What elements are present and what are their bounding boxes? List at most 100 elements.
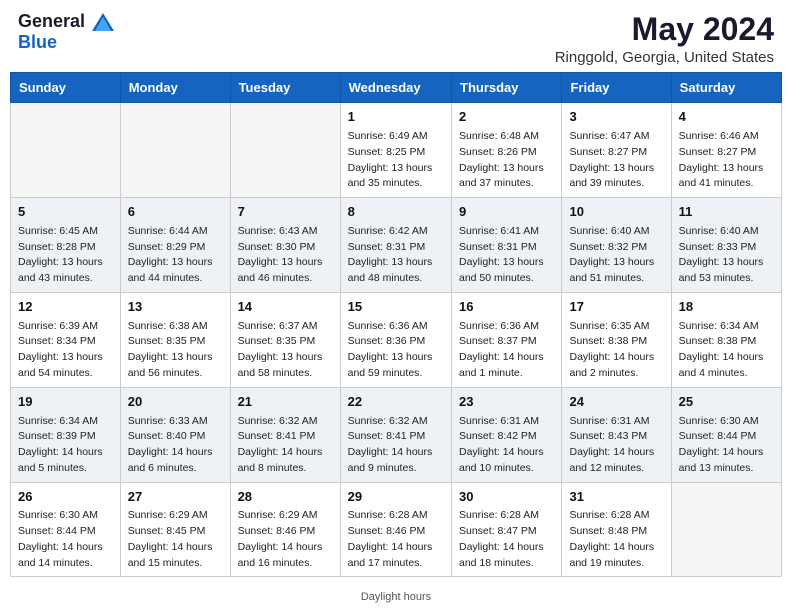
day-number: 24 xyxy=(569,393,663,412)
header: General Blue May 2024 Ringgold, Georgia,… xyxy=(0,0,792,72)
day-number: 22 xyxy=(348,393,444,412)
day-info: Sunrise: 6:32 AMSunset: 8:41 PMDaylight:… xyxy=(238,414,333,477)
calendar-cell: 22 Sunrise: 6:32 AMSunset: 8:41 PMDayligh… xyxy=(340,387,451,482)
day-info: Sunrise: 6:32 AMSunset: 8:41 PMDaylight:… xyxy=(348,414,444,477)
day-number: 10 xyxy=(569,203,663,222)
day-number: 11 xyxy=(679,203,774,222)
calendar-cell: 2 Sunrise: 6:48 AMSunset: 8:26 PMDaylight… xyxy=(452,103,562,198)
day-number: 14 xyxy=(238,298,333,317)
day-info: Sunrise: 6:42 AMSunset: 8:31 PMDaylight:… xyxy=(348,224,444,287)
day-info: Sunrise: 6:46 AMSunset: 8:27 PMDaylight:… xyxy=(679,129,774,192)
day-info: Sunrise: 6:40 AMSunset: 8:33 PMDaylight:… xyxy=(679,224,774,287)
day-number: 29 xyxy=(348,488,444,507)
day-info: Sunrise: 6:36 AMSunset: 8:37 PMDaylight:… xyxy=(459,319,554,382)
calendar-cell xyxy=(11,103,121,198)
calendar-cell: 21 Sunrise: 6:32 AMSunset: 8:41 PMDayligh… xyxy=(230,387,340,482)
day-number: 31 xyxy=(569,488,663,507)
day-number: 8 xyxy=(348,203,444,222)
calendar-cell: 3 Sunrise: 6:47 AMSunset: 8:27 PMDaylight… xyxy=(562,103,671,198)
calendar: SundayMondayTuesdayWednesdayThursdayFrid… xyxy=(10,72,782,577)
day-number: 9 xyxy=(459,203,554,222)
calendar-cell: 12Sunrise: 6:39 AMSunset: 8:34 PMDayligh… xyxy=(11,292,121,387)
calendar-cell: 10 Sunrise: 6:40 AMSunset: 8:32 PMDayligh… xyxy=(562,198,671,293)
calendar-cell: 27Sunrise: 6:29 AMSunset: 8:45 PMDayligh… xyxy=(120,482,230,577)
calendar-cell: 8 Sunrise: 6:42 AMSunset: 8:31 PMDaylight… xyxy=(340,198,451,293)
calendar-cell: 28Sunrise: 6:29 AMSunset: 8:46 PMDayligh… xyxy=(230,482,340,577)
calendar-header-row: SundayMondayTuesdayWednesdayThursdayFrid… xyxy=(11,73,782,103)
calendar-week-1: 1 Sunrise: 6:49 AMSunset: 8:25 PMDaylight… xyxy=(11,103,782,198)
day-number: 3 xyxy=(569,108,663,127)
month-title: May 2024 xyxy=(555,12,774,47)
col-header-tuesday: Tuesday xyxy=(230,73,340,103)
day-info: Sunrise: 6:30 AMSunset: 8:44 PMDaylight:… xyxy=(18,508,113,571)
calendar-cell: 23Sunrise: 6:31 AMSunset: 8:42 PMDayligh… xyxy=(452,387,562,482)
calendar-cell: 1 Sunrise: 6:49 AMSunset: 8:25 PMDaylight… xyxy=(340,103,451,198)
col-header-friday: Friday xyxy=(562,73,671,103)
calendar-cell: 26Sunrise: 6:30 AMSunset: 8:44 PMDayligh… xyxy=(11,482,121,577)
calendar-cell: 14Sunrise: 6:37 AMSunset: 8:35 PMDayligh… xyxy=(230,292,340,387)
day-info: Sunrise: 6:28 AMSunset: 8:48 PMDaylight:… xyxy=(569,508,663,571)
col-header-wednesday: Wednesday xyxy=(340,73,451,103)
calendar-cell: 30Sunrise: 6:28 AMSunset: 8:47 PMDayligh… xyxy=(452,482,562,577)
calendar-week-4: 19 Sunrise: 6:34 AMSunset: 8:39 PMDayligh… xyxy=(11,387,782,482)
day-info: Sunrise: 6:29 AMSunset: 8:45 PMDaylight:… xyxy=(128,508,223,571)
day-info: Sunrise: 6:45 AMSunset: 8:28 PMDaylight:… xyxy=(18,224,113,287)
day-number: 1 xyxy=(348,108,444,127)
day-number: 20 xyxy=(128,393,223,412)
day-number: 30 xyxy=(459,488,554,507)
calendar-week-5: 26Sunrise: 6:30 AMSunset: 8:44 PMDayligh… xyxy=(11,482,782,577)
calendar-cell: 9Sunrise: 6:41 AMSunset: 8:31 PMDaylight… xyxy=(452,198,562,293)
col-header-sunday: Sunday xyxy=(11,73,121,103)
day-info: Sunrise: 6:38 AMSunset: 8:35 PMDaylight:… xyxy=(128,319,223,382)
location-title: Ringgold, Georgia, United States xyxy=(555,49,774,66)
logo: General Blue xyxy=(18,12,114,53)
day-info: Sunrise: 6:28 AMSunset: 8:47 PMDaylight:… xyxy=(459,508,554,571)
title-block: May 2024 Ringgold, Georgia, United State… xyxy=(555,12,774,66)
day-number: 21 xyxy=(238,393,333,412)
calendar-cell: 20 Sunrise: 6:33 AMSunset: 8:40 PMDayligh… xyxy=(120,387,230,482)
day-info: Sunrise: 6:40 AMSunset: 8:32 PMDaylight:… xyxy=(569,224,663,287)
day-number: 28 xyxy=(238,488,333,507)
day-info: Sunrise: 6:43 AMSunset: 8:30 PMDaylight:… xyxy=(238,224,333,287)
day-number: 2 xyxy=(459,108,554,127)
calendar-cell: 17Sunrise: 6:35 AMSunset: 8:38 PMDayligh… xyxy=(562,292,671,387)
calendar-cell: 13Sunrise: 6:38 AMSunset: 8:35 PMDayligh… xyxy=(120,292,230,387)
day-info: Sunrise: 6:28 AMSunset: 8:46 PMDaylight:… xyxy=(348,508,444,571)
day-info: Sunrise: 6:34 AMSunset: 8:39 PMDaylight:… xyxy=(18,414,113,477)
calendar-cell: 25Sunrise: 6:30 AMSunset: 8:44 PMDayligh… xyxy=(671,387,781,482)
calendar-cell: 24 Sunrise: 6:31 AMSunset: 8:43 PMDayligh… xyxy=(562,387,671,482)
logo-general: General xyxy=(18,11,85,31)
day-number: 19 xyxy=(18,393,113,412)
day-info: Sunrise: 6:35 AMSunset: 8:38 PMDaylight:… xyxy=(569,319,663,382)
day-info: Sunrise: 6:47 AMSunset: 8:27 PMDaylight:… xyxy=(569,129,663,192)
day-number: 16 xyxy=(459,298,554,317)
day-info: Sunrise: 6:31 AMSunset: 8:43 PMDaylight:… xyxy=(569,414,663,477)
calendar-cell: 16 Sunrise: 6:36 AMSunset: 8:37 PMDayligh… xyxy=(452,292,562,387)
col-header-thursday: Thursday xyxy=(452,73,562,103)
day-number: 7 xyxy=(238,203,333,222)
day-info: Sunrise: 6:29 AMSunset: 8:46 PMDaylight:… xyxy=(238,508,333,571)
day-number: 18 xyxy=(679,298,774,317)
day-number: 5 xyxy=(18,203,113,222)
calendar-cell xyxy=(120,103,230,198)
calendar-cell: 29Sunrise: 6:28 AMSunset: 8:46 PMDayligh… xyxy=(340,482,451,577)
calendar-week-2: 5 Sunrise: 6:45 AMSunset: 8:28 PMDaylight… xyxy=(11,198,782,293)
calendar-cell: 31Sunrise: 6:28 AMSunset: 8:48 PMDayligh… xyxy=(562,482,671,577)
calendar-cell: 5 Sunrise: 6:45 AMSunset: 8:28 PMDaylight… xyxy=(11,198,121,293)
calendar-cell: 19 Sunrise: 6:34 AMSunset: 8:39 PMDayligh… xyxy=(11,387,121,482)
day-info: Sunrise: 6:48 AMSunset: 8:26 PMDaylight:… xyxy=(459,129,554,192)
col-header-monday: Monday xyxy=(120,73,230,103)
day-info: Sunrise: 6:36 AMSunset: 8:36 PMDaylight:… xyxy=(348,319,444,382)
day-info: Sunrise: 6:33 AMSunset: 8:40 PMDaylight:… xyxy=(128,414,223,477)
day-number: 15 xyxy=(348,298,444,317)
day-info: Sunrise: 6:34 AMSunset: 8:38 PMDaylight:… xyxy=(679,319,774,382)
day-info: Sunrise: 6:49 AMSunset: 8:25 PMDaylight:… xyxy=(348,129,444,192)
col-header-saturday: Saturday xyxy=(671,73,781,103)
calendar-week-3: 12Sunrise: 6:39 AMSunset: 8:34 PMDayligh… xyxy=(11,292,782,387)
day-info: Sunrise: 6:39 AMSunset: 8:34 PMDaylight:… xyxy=(18,319,113,382)
day-info: Sunrise: 6:44 AMSunset: 8:29 PMDaylight:… xyxy=(128,224,223,287)
day-number: 23 xyxy=(459,393,554,412)
daylight-label: Daylight hours xyxy=(361,591,431,603)
calendar-cell: 18 Sunrise: 6:34 AMSunset: 8:38 PMDayligh… xyxy=(671,292,781,387)
calendar-cell: 7 Sunrise: 6:43 AMSunset: 8:30 PMDaylight… xyxy=(230,198,340,293)
